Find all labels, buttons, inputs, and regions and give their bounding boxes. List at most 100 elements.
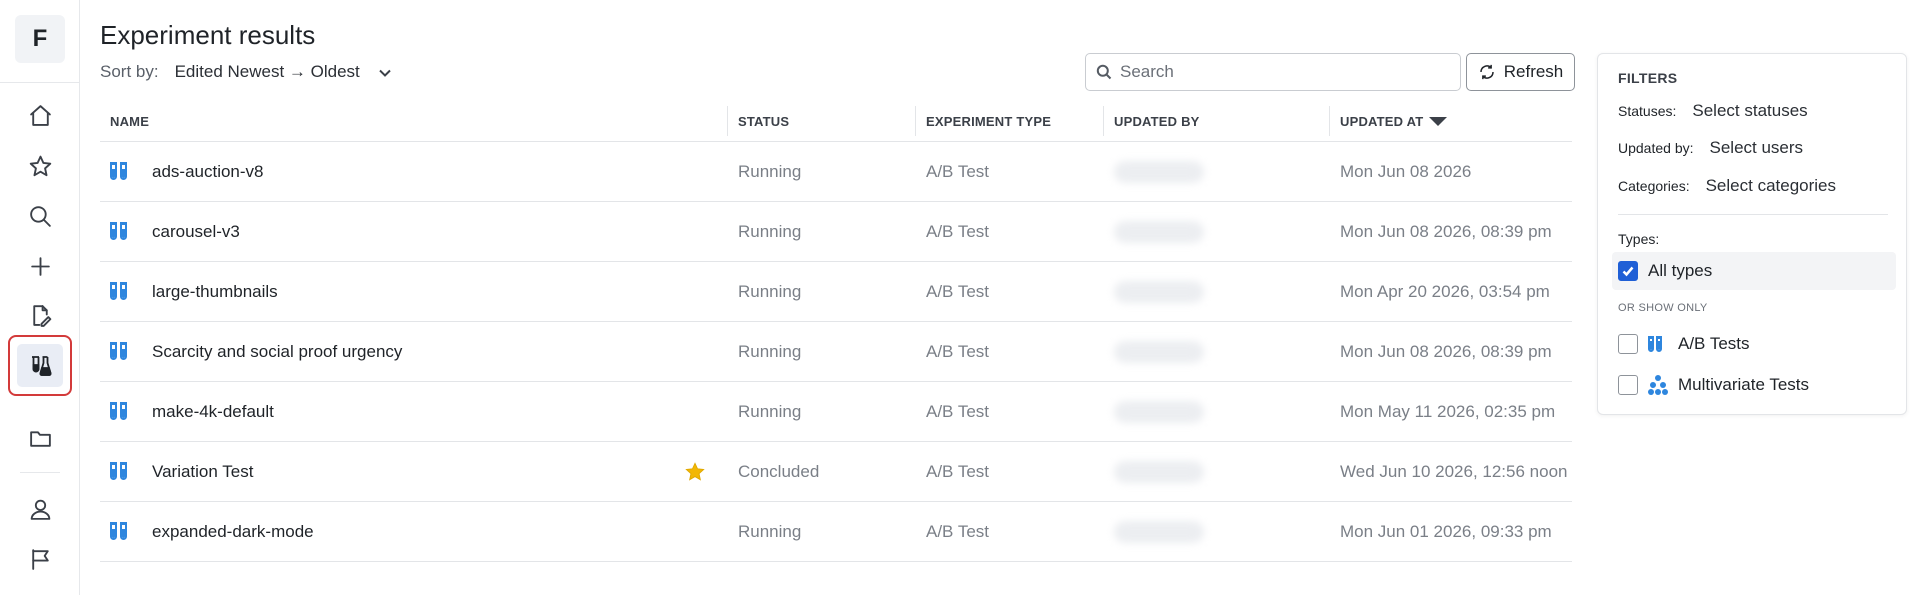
experiment-type-cell: A/B Test	[926, 282, 989, 301]
multivariate-test-icon	[1648, 375, 1668, 395]
folder-icon	[29, 430, 51, 447]
logo-letter: F	[32, 25, 48, 52]
ab-test-icon	[110, 222, 132, 242]
experiment-name[interactable]: Variation Test	[152, 462, 253, 482]
sidebar-item-create[interactable]	[24, 250, 56, 282]
experiments-table: NAME STATUS EXPERIMENT TYPE UPDATED BY U…	[100, 100, 1572, 562]
experiment-name[interactable]: Scarcity and social proof urgency	[152, 342, 402, 362]
sidebar-divider	[0, 82, 80, 83]
ab-test-icon	[110, 522, 132, 542]
table-row[interactable]: Variation Test Concluded A/B Test Wed Ju…	[100, 442, 1572, 502]
table-row[interactable]: large-thumbnails Running A/B Test Mon Ap…	[100, 262, 1572, 322]
updated-by-cell	[1114, 502, 1204, 562]
app-logo[interactable]: F	[15, 15, 65, 63]
sort-control[interactable]: Sort by: Edited Newest → Oldest	[100, 62, 392, 82]
sidebar: F	[0, 0, 80, 595]
experiment-name[interactable]: carousel-v3	[152, 222, 240, 242]
all-types-checkbox[interactable]	[1618, 261, 1638, 281]
column-header-updated-at-label: UPDATED AT	[1340, 113, 1424, 129]
experiment-name[interactable]: large-thumbnails	[152, 282, 278, 302]
updated-by-cell	[1114, 322, 1204, 382]
table-row[interactable]: carousel-v3 Running A/B Test Mon Jun 08 …	[100, 202, 1572, 262]
refresh-button[interactable]: Refresh	[1466, 53, 1575, 91]
experiment-name[interactable]: ads-auction-v8	[152, 162, 264, 182]
table-row[interactable]: make-4k-default Running A/B Test Mon May…	[100, 382, 1572, 442]
multivariate-tests-checkbox[interactable]	[1618, 375, 1638, 395]
filter-ab-tests[interactable]: A/B Tests	[1618, 334, 1750, 354]
status-cell: Running	[738, 522, 802, 541]
experiment-name[interactable]: expanded-dark-mode	[152, 522, 314, 542]
chevron-down-icon[interactable]	[378, 65, 392, 79]
column-header-updated-by[interactable]: UPDATED BY	[1114, 100, 1200, 142]
filter-all-types[interactable]: All types	[1612, 252, 1896, 290]
ab-test-icon	[110, 342, 132, 362]
filter-statuses-select[interactable]: Select statuses	[1692, 101, 1807, 121]
filters-divider	[1618, 214, 1888, 215]
filter-categories[interactable]: Categories: Select categories	[1618, 176, 1836, 196]
search-icon	[29, 205, 51, 227]
sidebar-item-favorites[interactable]	[24, 150, 56, 182]
filter-statuses-label: Statuses:	[1618, 103, 1677, 119]
status-cell: Running	[738, 162, 802, 181]
search-input[interactable]	[1120, 62, 1440, 82]
user-icon	[30, 499, 50, 520]
flask-icon	[32, 355, 52, 376]
updated-at-cell: Mon Jun 08 2026, 08:39 pm	[1340, 222, 1552, 241]
filter-updated-by-label: Updated by:	[1618, 140, 1694, 156]
starred-cell[interactable]	[684, 442, 706, 502]
experiment-type-cell: A/B Test	[926, 162, 989, 181]
status-cell: Running	[738, 282, 802, 301]
filter-statuses[interactable]: Statuses: Select statuses	[1618, 101, 1808, 121]
updated-at-cell: Mon Apr 20 2026, 03:54 pm	[1340, 282, 1550, 301]
updated-by-cell	[1114, 142, 1204, 202]
sidebar-item-folders[interactable]	[24, 422, 56, 454]
table-row[interactable]: ads-auction-v8 Running A/B Test Mon Jun …	[100, 142, 1572, 202]
column-header-name[interactable]: NAME	[110, 100, 149, 142]
sort-descending-icon[interactable]	[1429, 116, 1448, 126]
ab-test-icon	[110, 402, 132, 422]
experiment-name-cell[interactable]: Variation Test	[110, 442, 253, 502]
updated-at-cell: Mon Jun 08 2026	[1340, 162, 1472, 181]
filter-updated-by-select[interactable]: Select users	[1710, 138, 1804, 158]
sidebar-item-drafts[interactable]	[24, 299, 56, 331]
star-icon[interactable]	[684, 461, 706, 483]
sidebar-item-feedback[interactable]	[24, 543, 56, 575]
experiment-name-cell[interactable]: make-4k-default	[110, 382, 274, 442]
all-types-label: All types	[1648, 261, 1713, 280]
filter-updated-by[interactable]: Updated by: Select users	[1618, 138, 1803, 158]
experiment-name-cell[interactable]: ads-auction-v8	[110, 142, 264, 202]
sidebar-item-experiments[interactable]	[8, 335, 72, 396]
status-cell: Running	[738, 402, 802, 421]
status-cell: Running	[738, 342, 802, 361]
sidebar-item-home[interactable]	[24, 99, 56, 131]
experiment-name-cell[interactable]: Scarcity and social proof urgency	[110, 322, 402, 382]
table-row[interactable]: expanded-dark-mode Running A/B Test Mon …	[100, 502, 1572, 562]
search-box[interactable]	[1085, 53, 1461, 91]
experiment-name-cell[interactable]: expanded-dark-mode	[110, 502, 314, 562]
column-separator	[1103, 106, 1104, 136]
column-header-updated-at[interactable]: UPDATED AT	[1340, 100, 1448, 142]
experiment-name-cell[interactable]: large-thumbnails	[110, 262, 278, 322]
updated-by-cell	[1114, 382, 1204, 442]
filter-categories-select[interactable]: Select categories	[1706, 176, 1836, 196]
checkmark-icon	[1622, 266, 1634, 277]
sidebar-item-profile[interactable]	[24, 493, 56, 525]
redacted-user	[1114, 461, 1204, 483]
updated-by-cell	[1114, 202, 1204, 262]
updated-by-cell	[1114, 262, 1204, 322]
sidebar-item-search[interactable]	[24, 200, 56, 232]
ab-tests-checkbox[interactable]	[1618, 334, 1638, 354]
experiment-type-cell: A/B Test	[926, 522, 989, 541]
redacted-user	[1114, 521, 1204, 543]
experiment-name-cell[interactable]: carousel-v3	[110, 202, 240, 262]
redacted-user	[1114, 341, 1204, 363]
table-row[interactable]: Scarcity and social proof urgency Runnin…	[100, 322, 1572, 382]
plus-icon	[30, 256, 50, 276]
experiment-name[interactable]: make-4k-default	[152, 402, 274, 422]
filter-multivariate-tests[interactable]: Multivariate Tests	[1618, 375, 1809, 395]
ab-test-icon	[110, 282, 132, 302]
table-body: ads-auction-v8 Running A/B Test Mon Jun …	[100, 142, 1572, 562]
sort-value[interactable]: Edited Newest → Oldest	[175, 62, 360, 82]
column-header-status[interactable]: STATUS	[738, 100, 789, 142]
column-header-experiment-type[interactable]: EXPERIMENT TYPE	[926, 100, 1051, 142]
